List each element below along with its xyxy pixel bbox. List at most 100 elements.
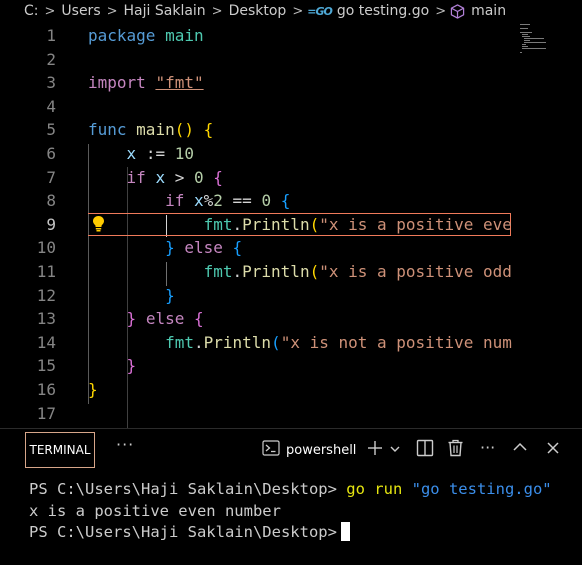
symbol-cube-icon xyxy=(450,3,465,19)
terminal-panel-header: TERMINAL ··· powershell ··· xyxy=(0,429,582,471)
token-variable: x xyxy=(193,191,204,211)
line-number: 6 xyxy=(46,144,56,163)
code-line-4[interactable]: 4 xyxy=(0,95,520,119)
terminal-icon xyxy=(262,440,280,460)
token-function-name: main xyxy=(136,120,175,140)
line-number: 12 xyxy=(36,285,56,305)
code-line-12[interactable]: 12 } xyxy=(0,284,520,308)
terminal-output[interactable]: PS C:\Users\Haji Saklain\Desktop> go run… xyxy=(0,471,582,565)
line-number: 14 xyxy=(36,332,56,352)
token-bracket: } xyxy=(88,380,98,399)
trash-icon[interactable] xyxy=(447,439,464,461)
panel-tabs-more-button[interactable]: ··· xyxy=(116,435,134,454)
token-number: 10 xyxy=(174,144,194,163)
chevron-right-icon: > xyxy=(292,3,304,19)
code-line-1[interactable]: 1 package main xyxy=(0,24,520,48)
token-package-name: main xyxy=(165,26,204,45)
tab-terminal[interactable]: TERMINAL xyxy=(25,432,95,468)
code-line-14[interactable]: 14 fmt.Println("x is not a positive num xyxy=(0,331,520,355)
ellipsis-icon[interactable]: ··· xyxy=(480,438,495,457)
line-number: 4 xyxy=(46,96,56,116)
token-operator: > xyxy=(174,167,185,187)
breadcrumb-desktop[interactable]: Desktop xyxy=(227,3,289,19)
close-icon[interactable] xyxy=(546,441,560,459)
code-line-6[interactable]: 6 x := 10 xyxy=(0,142,520,166)
token-operator: := xyxy=(145,144,166,163)
line-number: 13 xyxy=(36,309,56,329)
token-variable: x xyxy=(155,167,166,187)
token-bracket: } xyxy=(165,285,175,305)
token-keyword: func xyxy=(88,120,127,140)
token-keyword: else xyxy=(145,309,185,329)
token-string: "x is not a positive num xyxy=(280,332,512,352)
terminal-argument: "go testing.go" xyxy=(411,480,552,498)
go-file-icon: =GO xyxy=(307,4,333,18)
code-editor[interactable]: 1 package main 2 3 import "fmt" 4 5 func… xyxy=(0,22,582,451)
code-line-10[interactable]: 10 } else { xyxy=(0,236,520,260)
token-bracket: { xyxy=(203,120,214,140)
terminal-command: go run xyxy=(346,480,403,498)
line-number: 17 xyxy=(36,403,56,423)
token-operator: % xyxy=(203,191,214,211)
terminal-shell-selector[interactable]: powershell xyxy=(262,440,356,460)
code-line-8[interactable]: 8 if x%2 == 0 { xyxy=(0,189,520,213)
chevron-right-icon: > xyxy=(106,3,118,19)
terminal-line: PS C:\Users\Haji Saklain\Desktop> xyxy=(29,522,582,544)
breadcrumb-symbol[interactable]: main xyxy=(469,3,508,19)
line-number: 5 xyxy=(46,120,56,140)
code-line-2[interactable]: 2 xyxy=(0,48,520,72)
token-string: "x is a positive odd xyxy=(319,262,512,281)
code-line-13[interactable]: 13 } else { xyxy=(0,307,520,331)
line-number: 3 xyxy=(46,73,56,93)
terminal-line: PS C:\Users\Haji Saklain\Desktop> go run… xyxy=(29,479,582,501)
token-bracket: { xyxy=(193,309,204,329)
breadcrumb-users[interactable]: Users xyxy=(59,3,102,19)
token-keyword: package xyxy=(88,26,156,45)
code-line-15[interactable]: 15 } xyxy=(0,354,520,378)
breadcrumb-user[interactable]: Haji Saklain xyxy=(122,3,208,19)
token-package: fmt xyxy=(203,262,233,281)
line-number: 1 xyxy=(46,26,56,45)
token-bracket: { xyxy=(232,238,243,258)
token-string[interactable]: "fmt" xyxy=(155,73,203,92)
split-icon[interactable] xyxy=(416,439,434,461)
token-keyword: if xyxy=(126,167,146,187)
token-dot: . xyxy=(232,214,243,234)
token-number: 0 xyxy=(194,167,204,187)
code-line-16[interactable]: 16 } xyxy=(0,378,520,402)
breadcrumb: C: > Users > Haji Saklain > Desktop > =G… xyxy=(0,0,582,22)
breadcrumb-file[interactable]: go testing.go xyxy=(335,3,431,19)
token-variable: x xyxy=(126,144,137,163)
plus-icon[interactable] xyxy=(366,439,384,461)
token-bracket: { xyxy=(213,167,223,187)
token-package: fmt xyxy=(165,332,194,352)
chevron-down-icon[interactable] xyxy=(389,443,401,458)
token-bracket: ( xyxy=(271,332,281,352)
token-function-call: Println xyxy=(242,262,310,281)
line-number: 11 xyxy=(36,262,56,281)
code-line-11[interactable]: 11 fmt.Println("x is a positive odd xyxy=(0,260,520,284)
terminal-prompt: PS C:\Users\Haji Saklain\Desktop> xyxy=(29,480,337,498)
token-bracket: } xyxy=(126,356,137,376)
lightbulb-icon[interactable] xyxy=(92,215,105,236)
line-number: 10 xyxy=(36,238,56,258)
code-line-17[interactable]: 17 xyxy=(0,402,520,426)
code-line-5[interactable]: 5 func main() { xyxy=(0,118,520,142)
chevron-right-icon: > xyxy=(211,3,223,19)
code-line-9[interactable]: 9 fmt.Println("x is a positive eve xyxy=(0,213,520,237)
token-bracket: ( xyxy=(309,214,320,234)
line-number: 2 xyxy=(46,49,56,69)
token-number: 2 xyxy=(213,191,223,211)
line-number: 15 xyxy=(36,356,56,376)
token-keyword: import xyxy=(88,73,146,93)
code-line-7[interactable]: 7 if x > 0 { xyxy=(0,166,520,190)
token-bracket: ( xyxy=(309,262,320,281)
breadcrumb-drive[interactable]: C: xyxy=(22,3,41,19)
chevron-up-icon[interactable] xyxy=(512,441,528,457)
line-number: 16 xyxy=(36,380,56,399)
token-dot: . xyxy=(232,262,243,281)
token-keyword: else xyxy=(184,238,223,258)
token-function-call: Println xyxy=(242,214,310,234)
code-line-3[interactable]: 3 import "fmt" xyxy=(0,71,520,95)
token-function-call: Println xyxy=(203,332,272,352)
